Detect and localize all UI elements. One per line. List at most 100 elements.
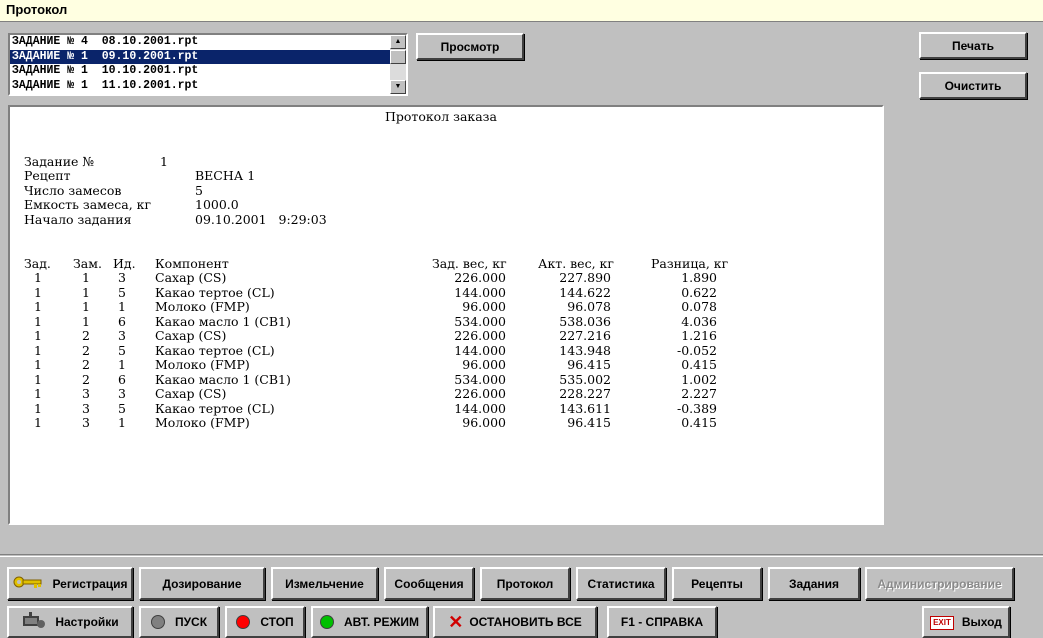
report-row-cell: Молоко (FMP) — [155, 357, 250, 372]
file-list-item[interactable]: ЗАДАНИЕ № 4 08.10.2001.rpt — [10, 35, 390, 50]
report-row-cell: 1 — [34, 284, 42, 300]
report-field-label: Число замесов — [24, 183, 122, 198]
report-row-cell: 1.002 — [681, 371, 717, 387]
report-row-cell: 1 — [34, 299, 42, 314]
report-field-value: ВЕСНА 1 — [195, 168, 256, 183]
report-row-cell: 144.000 — [454, 284, 506, 300]
tasks-button[interactable]: Задания — [768, 567, 860, 600]
report-column-header: Компонент — [155, 256, 229, 271]
report-row-cell: 2 — [82, 357, 90, 372]
report-row-cell: 2 — [82, 342, 90, 358]
report-row-cell: 0.415 — [681, 357, 717, 372]
title-bar: Протокол — [0, 0, 1043, 22]
report-row-cell: 3 — [82, 386, 90, 401]
report-row-cell: 96.415 — [567, 415, 611, 430]
exit-icon: EXIT — [930, 614, 954, 630]
view-button[interactable]: Просмотр — [416, 33, 524, 60]
file-list-scrollbar[interactable]: ▲ ▼ — [390, 35, 406, 94]
auto-mode-button[interactable]: АВТ. РЕЖИМ — [311, 606, 428, 638]
dosing-button[interactable]: Дозирование — [139, 567, 265, 600]
report-column-header: Разница, кг — [651, 256, 729, 271]
stop-button[interactable]: СТОП — [225, 606, 305, 638]
report-row-cell: 534.000 — [454, 371, 506, 387]
report-row-cell: 5 — [118, 400, 126, 416]
report-row-cell: 96.000 — [462, 415, 506, 430]
report-row-cell: 144.622 — [559, 284, 611, 300]
report-field-label: Емкость замеса, кг — [24, 197, 152, 212]
protocol-button[interactable]: Протокол — [480, 567, 570, 600]
report-row-cell: 1 — [34, 328, 42, 343]
report-row-cell: 1 — [82, 299, 90, 314]
start-label: ПУСК — [174, 615, 208, 629]
report-row-cell: Сахар (CS) — [155, 270, 227, 285]
stop-label: СТОП — [260, 615, 294, 629]
report-row-cell: 3 — [118, 386, 126, 401]
start-indicator-icon — [150, 615, 165, 629]
report-row-cell: 0.622 — [681, 284, 717, 300]
print-button[interactable]: Печать — [919, 32, 1027, 59]
report-column-header: Ид. — [113, 256, 136, 271]
report-row-cell: 1 — [82, 313, 90, 329]
report-file-list[interactable]: ЗАДАНИЕ № 4 08.10.2001.rpt ЗАДАНИЕ № 1 09… — [8, 33, 408, 96]
report-row-cell: -0.052 — [676, 342, 717, 358]
report-row-cell: 3 — [118, 270, 126, 285]
recipes-button[interactable]: Рецепты — [672, 567, 762, 600]
report-row-cell: 228.227 — [559, 386, 611, 401]
report-column-header: Зам. — [73, 256, 102, 271]
report-row-cell: 538.036 — [559, 313, 611, 329]
administration-button[interactable]: Администрирование — [865, 567, 1014, 600]
report-row-cell: Какао тертое (CL) — [155, 400, 275, 416]
report-field-value: 1000.0 — [195, 197, 239, 212]
report-row-cell: 144.000 — [454, 342, 506, 358]
report-field-label: Начало задания — [24, 212, 132, 227]
registration-label: Регистрация — [52, 576, 128, 591]
report-title: Протокол заказа — [385, 109, 497, 124]
report-row-cell: 96.000 — [462, 299, 506, 314]
report-row-cell: Молоко (FMP) — [155, 299, 250, 314]
scroll-down-icon[interactable]: ▼ — [390, 80, 406, 94]
start-button[interactable]: ПУСК — [139, 606, 219, 638]
report-row-cell: 4.036 — [681, 313, 717, 329]
report-row-cell: 96.415 — [567, 357, 611, 372]
file-list-items: ЗАДАНИЕ № 4 08.10.2001.rpt ЗАДАНИЕ № 1 09… — [10, 35, 390, 94]
file-list-item[interactable]: ЗАДАНИЕ № 1 11.10.2001.rpt — [10, 79, 390, 94]
report-row-cell: 535.002 — [559, 371, 611, 387]
report-row-cell: 6 — [118, 313, 126, 329]
report-row-cell: 1.890 — [681, 270, 717, 285]
report-row-cell: 1 — [34, 313, 42, 329]
auto-mode-label: АВТ. РЕЖИМ — [344, 615, 419, 629]
statistics-button[interactable]: Статистика — [576, 567, 666, 600]
report-row-cell: 5 — [118, 342, 126, 358]
registration-button[interactable]: Регистрация — [7, 567, 133, 600]
file-list-item[interactable]: ЗАДАНИЕ № 1 09.10.2001.rpt — [10, 49, 390, 64]
help-button[interactable]: F1 - СПРАВКА — [607, 606, 717, 638]
report-row-cell: 3 — [118, 328, 126, 343]
report-column-header: Зад. — [24, 256, 51, 271]
report-row-cell: 226.000 — [454, 328, 506, 343]
stop-all-button[interactable]: ✕ ОСТАНОВИТЬ ВСЕ — [433, 606, 597, 638]
scroll-thumb[interactable] — [390, 50, 406, 64]
auto-indicator-icon — [320, 615, 334, 629]
clear-button[interactable]: Очистить — [919, 72, 1027, 99]
report-row-cell: Какао тертое (CL) — [155, 342, 275, 358]
report-row-cell: Какао тертое (CL) — [155, 284, 275, 300]
report-row-cell: 2 — [82, 371, 90, 387]
settings-button[interactable]: Настройки — [7, 606, 133, 638]
grinding-button[interactable]: Измельчение — [271, 567, 378, 600]
settings-icon — [21, 611, 47, 633]
messages-button[interactable]: Сообщения — [384, 567, 474, 600]
report-row-cell: 1 — [34, 342, 42, 358]
report-row-cell: 143.611 — [559, 400, 611, 416]
report-row-cell: 1 — [34, 415, 42, 430]
report-row-cell: 1 — [118, 415, 126, 430]
report-view[interactable]: Протокол заказа Задание № 1 Рецепт ВЕСНА 1 Ч… — [8, 105, 884, 525]
report-row-cell: 1 — [34, 371, 42, 387]
report-row-cell: 1 — [34, 400, 42, 416]
report-field-label: Рецепт — [24, 168, 71, 183]
exit-button[interactable]: EXIT Выход — [922, 606, 1010, 638]
file-list-item[interactable]: ЗАДАНИЕ № 1 10.10.2001.rpt — [10, 64, 390, 79]
report-row-cell: 96.000 — [462, 357, 506, 372]
report-field-value: 5 — [195, 183, 203, 198]
scroll-up-icon[interactable]: ▲ — [390, 35, 406, 49]
report-row-cell: 226.000 — [454, 386, 506, 401]
